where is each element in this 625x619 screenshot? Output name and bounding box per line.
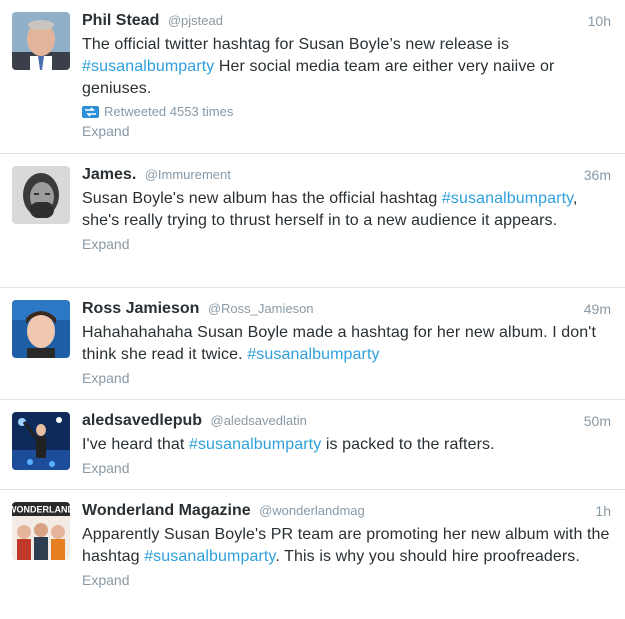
avatar-photo-aled <box>12 412 70 470</box>
avatar[interactable] <box>12 166 70 224</box>
tweet-text: Susan Boyle's new album has the official… <box>82 188 611 232</box>
retweet-count: Retweeted 4553 times <box>82 103 611 121</box>
tweet-text-before: I've heard that <box>82 436 189 453</box>
hashtag-link[interactable]: #susanalbumparty <box>82 58 214 75</box>
timestamp[interactable]: 50m <box>584 410 611 432</box>
avatar[interactable] <box>12 300 70 358</box>
tweet-text: Apparently Susan Boyle's PR team are pro… <box>82 524 611 568</box>
hashtag-link[interactable]: #susanalbumparty <box>442 190 573 207</box>
avatar-photo-james <box>12 166 70 224</box>
hashtag-link[interactable]: #susanalbumparty <box>247 346 379 363</box>
timestamp[interactable]: 1h <box>595 500 611 522</box>
timestamp[interactable]: 36m <box>584 164 611 186</box>
author-handle[interactable]: @aledsavedlatin <box>211 413 307 428</box>
tweet-text-after: is packed to the rafters. <box>321 436 495 453</box>
tweet-timeline: Phil Stead @pjstead 10h The official twi… <box>0 0 625 619</box>
expand-link[interactable]: Expand <box>82 234 611 254</box>
author-name[interactable]: Ross Jamieson <box>82 300 199 317</box>
author-handle[interactable]: @pjstead <box>168 13 223 28</box>
author-name[interactable]: aledsavedlepub <box>82 412 202 429</box>
tweet-item[interactable]: WONDERLAND Wonderland Magazine @wonderla… <box>0 490 625 619</box>
tweet-item[interactable]: aledsavedlepub @aledsavedlatin 50m I've … <box>0 400 625 490</box>
expand-link[interactable]: Expand <box>82 570 611 590</box>
author-name[interactable]: Wonderland Magazine <box>82 502 251 519</box>
tweet-text: Hahahahahaha Susan Boyle made a hashtag … <box>82 322 611 366</box>
avatar-photo-ross <box>12 300 70 358</box>
author-handle[interactable]: @Immurement <box>145 167 231 182</box>
author-handle[interactable]: @wonderlandmag <box>259 503 365 518</box>
retweet-count-label: Retweeted 4553 times <box>104 104 234 119</box>
avatar-photo-phil <box>12 12 70 70</box>
avatar[interactable]: WONDERLAND <box>12 502 70 560</box>
tweet-item[interactable]: Phil Stead @pjstead 10h The official twi… <box>0 0 625 154</box>
hashtag-link[interactable]: #susanalbumparty <box>144 548 275 565</box>
retweet-icon <box>82 106 99 118</box>
avatar-logo-text: WONDERLAND <box>12 505 70 515</box>
tweet-text-after: . This is why you should hire proofreade… <box>275 548 580 565</box>
author-name[interactable]: James. <box>82 166 136 183</box>
expand-link[interactable]: Expand <box>82 121 611 141</box>
avatar[interactable] <box>12 12 70 70</box>
timestamp[interactable]: 10h <box>588 10 611 32</box>
tweet-text-before: Susan Boyle's new album has the official… <box>82 190 442 207</box>
tweet-text-before: The official twitter hashtag for Susan B… <box>82 36 510 53</box>
expand-link[interactable]: Expand <box>82 458 611 478</box>
timestamp[interactable]: 49m <box>584 298 611 320</box>
author-handle[interactable]: @Ross_Jamieson <box>208 301 314 316</box>
tweet-text: I've heard that #susanalbumparty is pack… <box>82 434 611 456</box>
expand-link[interactable]: Expand <box>82 368 611 388</box>
avatar-logo-wonderland: WONDERLAND <box>12 502 70 560</box>
hashtag-link[interactable]: #susanalbumparty <box>189 436 321 453</box>
author-name[interactable]: Phil Stead <box>82 12 159 29</box>
tweet-item[interactable]: Ross Jamieson @Ross_Jamieson 49m Hahahah… <box>0 288 625 400</box>
tweet-text: The official twitter hashtag for Susan B… <box>82 34 611 100</box>
tweet-item[interactable]: James. @Immurement 36m Susan Boyle's new… <box>0 154 625 288</box>
avatar[interactable] <box>12 412 70 470</box>
